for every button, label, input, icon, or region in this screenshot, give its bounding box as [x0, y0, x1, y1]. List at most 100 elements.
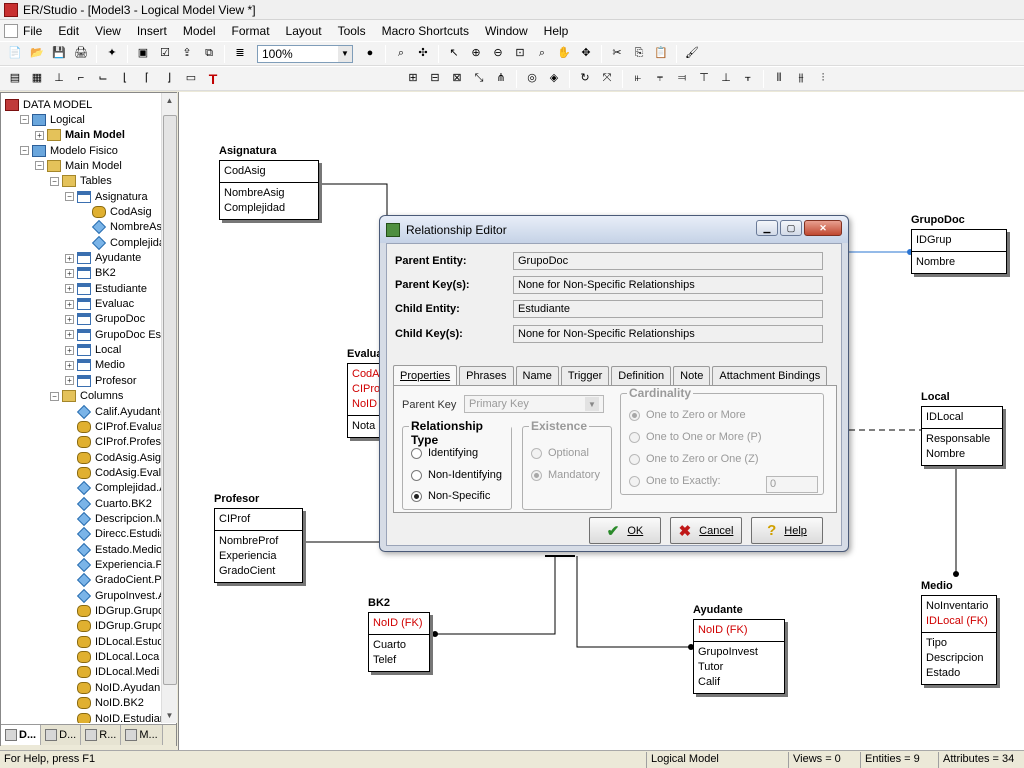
collapse-icon[interactable]: −	[65, 192, 74, 202]
expand-icon[interactable]: +	[65, 284, 74, 294]
menu-view[interactable]: View	[95, 24, 121, 38]
tree-item[interactable]: GradoCient.Pr	[65, 573, 161, 588]
zoom-icon[interactable]: ⌕	[533, 45, 551, 63]
tree-item[interactable]: − Tables	[50, 174, 112, 189]
attribute-column[interactable]: GradoCient	[219, 564, 298, 579]
hierarchical-layout-icon[interactable]: ◈	[545, 70, 563, 88]
menu-help[interactable]: Help	[544, 24, 569, 38]
expand-icon[interactable]: +	[35, 130, 44, 140]
primary-key-column[interactable]: NoInventario	[926, 599, 992, 614]
collapse-icon[interactable]: −	[50, 391, 59, 401]
layout-icon[interactable]: ✣	[414, 45, 432, 63]
tree-item[interactable]: Estado.Medio	[65, 542, 161, 557]
radio-non-identifying[interactable]: Non-Identifying	[411, 469, 502, 481]
expand-icon[interactable]: +	[65, 268, 74, 278]
tree-item[interactable]: IDGrup.Grupo	[65, 619, 161, 634]
tree-item[interactable]: Complejidad	[80, 235, 161, 250]
primary-key-column[interactable]: CodAsig	[224, 164, 314, 179]
tree-item[interactable]: IDGrup.Grupo	[65, 604, 161, 619]
save-icon[interactable]: 💾	[50, 45, 68, 63]
foreign-key-column[interactable]: CodAsi	[352, 367, 387, 382]
scrollbar-thumb[interactable]	[163, 115, 177, 685]
navigator-icon[interactable]: ✥	[577, 45, 595, 63]
attribute-column[interactable]: Complejidad	[224, 201, 314, 216]
tree-item[interactable]: CodAsig.Evalu	[65, 465, 161, 480]
menu-macro-shortcuts[interactable]: Macro Shortcuts	[382, 24, 469, 38]
tree-item[interactable]: GrupoInvest.A	[65, 588, 161, 603]
zoom-out-icon[interactable]: ⊖	[489, 45, 507, 63]
attribute-column[interactable]: Responsable	[926, 432, 998, 447]
tree-item[interactable]: + GrupoDoc Es	[65, 327, 161, 342]
tree-item[interactable]: + GrupoDoc	[65, 312, 145, 327]
compare-icon[interactable]: ⧉	[200, 45, 218, 63]
new-icon[interactable]: 📄	[6, 45, 24, 63]
attribute-column[interactable]: Cuarto	[373, 638, 425, 653]
expand-icon[interactable]: +	[65, 253, 74, 263]
attribute-column[interactable]: Calif	[698, 675, 780, 690]
tab-name[interactable]: Name	[515, 366, 559, 385]
tree-item[interactable]: Complejidad.A	[65, 481, 161, 496]
menu-model[interactable]: Model	[183, 24, 216, 38]
fit-icon[interactable]: ⊡	[511, 45, 529, 63]
close-button[interactable]: ✕	[804, 220, 842, 236]
tree-item[interactable]: IDLocal.Loca	[65, 650, 159, 665]
note-icon[interactable]: ▭	[182, 70, 200, 88]
space-vertical-icon[interactable]: ⫵	[792, 70, 810, 88]
tab-repository[interactable]: R...	[81, 725, 122, 745]
tree-item[interactable]: CodAsig.Asign	[65, 450, 161, 465]
view-rel-icon[interactable]: ⌋	[160, 70, 178, 88]
tree-item[interactable]: − Modelo Fisico	[20, 143, 118, 158]
tree-item[interactable]: + Estudiante	[65, 281, 147, 296]
refresh-icon[interactable]: ↻	[576, 70, 594, 88]
text-icon[interactable]: T	[204, 70, 222, 88]
tree-layout-icon[interactable]: ⋔	[492, 70, 510, 88]
primary-key-column[interactable]: CIProf	[219, 512, 298, 527]
relationship-line[interactable]	[319, 183, 388, 222]
preview-icon[interactable]: ▣	[134, 45, 152, 63]
menu-tools[interactable]: Tools	[338, 24, 366, 38]
menu-file[interactable]: File	[4, 23, 42, 38]
attribute-column[interactable]: Nota	[352, 419, 382, 434]
align-left-icon[interactable]: ⫦	[629, 70, 647, 88]
nonidentifying-rel-icon[interactable]: ⌙	[94, 70, 112, 88]
foreign-key-column[interactable]: IDLocal (FK)	[926, 614, 992, 629]
tree-item[interactable]: Experiencia.P	[65, 557, 161, 573]
entity-box[interactable]: NoInventario IDLocal (FK) Tipo Descripcion E…	[921, 595, 997, 685]
validate-icon[interactable]: ☑	[156, 45, 174, 63]
tab-trigger[interactable]: Trigger	[560, 366, 610, 385]
attribute-column[interactable]: Experiencia	[219, 549, 298, 564]
tree-item[interactable]: NoID.Ayudan	[65, 680, 160, 695]
tree-item[interactable]: + Profesor	[65, 373, 137, 388]
tree-item[interactable]: + Evaluac	[65, 297, 134, 312]
help-button[interactable]: ? Help	[751, 517, 823, 544]
dialog-title-bar[interactable]: Relationship Editor ▁ ▢ ✕	[380, 216, 848, 243]
scroll-down-icon[interactable]: ▼	[162, 708, 177, 723]
expand-icon[interactable]: +	[65, 360, 74, 370]
entity-box[interactable]: IDLocal Responsable Nombre	[921, 406, 1003, 466]
expand-icon[interactable]: +	[65, 314, 74, 324]
cancel-button[interactable]: ✖ Cancel	[670, 517, 742, 544]
relationship-icon[interactable]: ⤧	[598, 70, 616, 88]
align-top-icon[interactable]: ⊤	[695, 70, 713, 88]
expand-icon[interactable]: +	[65, 330, 74, 340]
recursive-rel-icon[interactable]: ⌈	[138, 70, 156, 88]
same-size-icon[interactable]: ⫶	[814, 70, 832, 88]
connector-icon[interactable]: ⤡	[470, 70, 488, 88]
entity-box[interactable]: CodAsig NombreAsig Complejidad	[219, 160, 319, 220]
expand-icon[interactable]: +	[65, 345, 74, 355]
cut-icon[interactable]: ✂	[608, 45, 626, 63]
tree-item[interactable]: Descripcion.M	[65, 511, 161, 527]
tree-scrollbar[interactable]: ▲ ▼	[161, 93, 177, 723]
foreign-key-column[interactable]: NoID (FK)	[373, 616, 425, 631]
menu-format[interactable]: Format	[232, 24, 270, 38]
tree-item[interactable]: NombreAsig	[80, 220, 161, 235]
nonspecific-rel-icon[interactable]: ⌊	[116, 70, 134, 88]
print-icon[interactable]: 🖨	[72, 45, 90, 63]
expand-icon[interactable]: +	[65, 299, 74, 309]
radio-non-specific[interactable]: Non-Specific	[411, 490, 490, 502]
attribute-column[interactable]: Telef	[373, 653, 425, 668]
circular-layout-icon[interactable]: ◎	[523, 70, 541, 88]
menu-edit[interactable]: Edit	[58, 24, 79, 38]
maximize-button[interactable]: ▢	[780, 220, 802, 236]
menu-layout[interactable]: Layout	[286, 24, 322, 38]
